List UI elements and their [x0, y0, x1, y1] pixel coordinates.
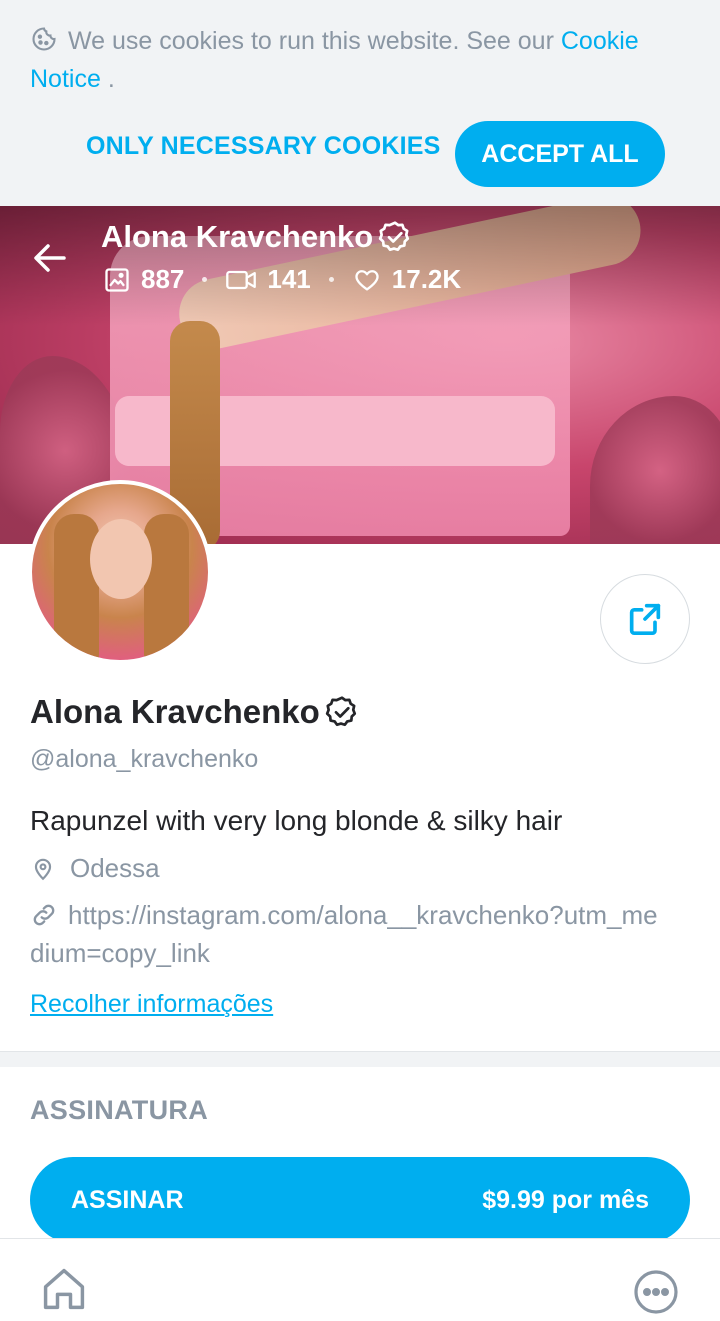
cookie-suffix: . [100, 65, 115, 93]
profile-link[interactable]: https://instagram.com/alona__kravchenko?… [30, 896, 670, 972]
cookie-message: We use cookies to run this website. See … [68, 27, 554, 55]
avatar-decoration [144, 514, 189, 660]
cookie-icon [32, 27, 56, 51]
profile-bio: Rapunzel with very long blonde & silky h… [30, 805, 563, 836]
profile-name: Alona Kravchenko [30, 693, 360, 731]
cookie-text: We use cookies to run this website. See … [30, 22, 690, 98]
header-name: Alona Kravchenko [101, 219, 413, 255]
image-icon [105, 267, 129, 292]
verified-icon [325, 696, 356, 727]
likes-count-value: 17.2K [391, 264, 462, 294]
subscription-title: ASSINATURA [30, 1095, 208, 1125]
share-button[interactable] [600, 574, 690, 664]
location-pin-icon [34, 858, 52, 880]
location-text: Odessa [70, 853, 160, 883]
photos-count[interactable]: 887 [103, 264, 184, 295]
section-divider [0, 1051, 720, 1067]
header-stats: 887 141 17.2K [103, 264, 461, 295]
photos-count-value: 887 [141, 264, 185, 294]
profile-location: Odessa [30, 853, 160, 884]
profile-name-text: Alona Kravchenko [30, 693, 320, 730]
only-necessary-cookies-button[interactable]: ONLY NECESSARY COOKIES [86, 132, 441, 161]
collapse-info-link[interactable]: Recolher informações [30, 990, 273, 1019]
header-name-text: Alona Kravchenko [101, 219, 374, 254]
bottom-nav [0, 1238, 720, 1321]
likes-count: 17.2K [352, 264, 461, 295]
cookie-banner: We use cookies to run this website. See … [0, 0, 720, 206]
avatar[interactable] [28, 480, 212, 664]
video-icon [226, 270, 257, 289]
videos-count[interactable]: 141 [225, 264, 311, 295]
heart-icon [355, 269, 379, 290]
back-arrow-icon[interactable] [30, 238, 70, 278]
subscribe-price: $9.99 por mês [482, 1185, 649, 1214]
subscribe-label: ASSINAR [71, 1185, 184, 1214]
verified-icon [379, 221, 410, 252]
cover-decoration [590, 396, 720, 544]
link-icon [33, 904, 55, 926]
accept-all-button[interactable]: ACCEPT ALL [455, 121, 665, 187]
separator-dot [328, 277, 334, 282]
avatar-decoration [90, 519, 152, 599]
link-text[interactable]: https://instagram.com/alona__kravchenko?… [30, 900, 658, 968]
home-icon[interactable] [38, 1263, 90, 1315]
avatar-decoration [54, 514, 99, 660]
share-icon [629, 603, 661, 635]
videos-count-value: 141 [267, 264, 311, 294]
more-options-icon[interactable] [632, 1268, 680, 1316]
separator-dot [202, 277, 208, 282]
subscribe-button[interactable]: ASSINAR $9.99 por mês [30, 1157, 690, 1243]
profile-handle: @alona_kravchenko [30, 745, 259, 773]
